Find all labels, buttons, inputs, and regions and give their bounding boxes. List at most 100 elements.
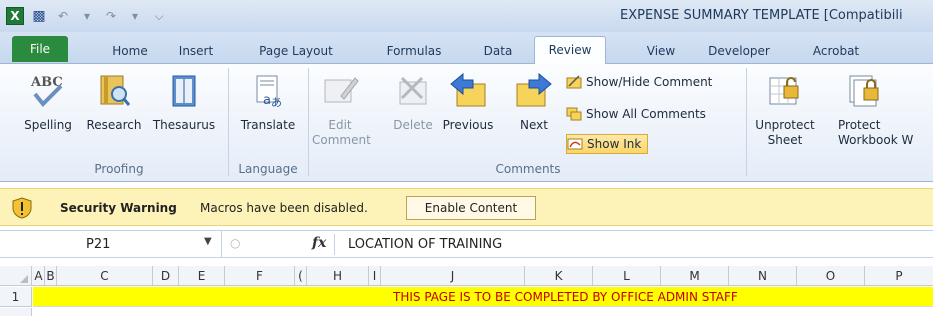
undo-icon[interactable]: ↶ [54,7,72,25]
column-header-f[interactable]: F [225,266,295,286]
previous-comment-label: Previous [442,118,494,132]
show-hide-comment-button[interactable]: Show/Hide Comment [566,72,712,92]
show-ink-label: Show Ink [587,137,642,151]
tab-page-layout[interactable]: Page Layout [250,39,342,63]
row-header-1[interactable]: 1 [0,287,32,307]
column-header-c[interactable]: C [57,266,153,286]
thesaurus-label: Thesaurus [152,118,216,132]
tab-review[interactable]: Review [534,36,606,65]
title-bar: X ▩ ↶ ▾ ↷ ▾ ⌵ EXPENSE SUMMARY TEMPLATE [… [0,0,933,32]
column-header-a[interactable]: A [33,266,45,286]
previous-comment-button[interactable]: Previous [440,72,496,133]
save-icon[interactable]: ▩ [30,7,48,25]
show-hide-comment-label: Show/Hide Comment [586,75,713,89]
tab-insert[interactable]: Insert [166,39,226,63]
edit-comment-label-2: Comment [312,133,371,147]
edit-comment-label-1: Edit [328,118,352,132]
thesaurus-button[interactable]: Thesaurus [148,72,220,133]
tab-data[interactable]: Data [473,39,523,63]
formula-bar: P21 ▼ ○ fx LOCATION OF TRAINING [0,230,933,258]
name-box-dropdown-icon[interactable]: ▼ [204,236,212,247]
next-comment-icon [516,72,552,107]
protect-workbook-icon [849,75,879,107]
tab-view[interactable]: View [638,39,684,63]
customize-qat-icon[interactable]: ⌵ [150,7,168,25]
column-header-n[interactable]: N [729,266,797,286]
security-warning-title: Security Warning [60,201,177,215]
group-separator [308,68,309,176]
edit-comment-icon [324,77,359,103]
column-header-e[interactable]: E [179,266,225,286]
column-headers: A B C D E F ( H I J K L M N O P [0,266,933,286]
shield-warning-icon [12,197,32,219]
security-warning-bar: Security Warning Macros have been disabl… [0,188,933,226]
select-all-button[interactable] [0,266,32,286]
column-header-h[interactable]: H [307,266,369,286]
edit-comment-button[interactable]: Edit Comment [312,72,371,148]
research-label: Research [86,118,142,132]
column-header-l[interactable]: L [593,266,661,286]
window-title: EXPENSE SUMMARY TEMPLATE [Compatibili [620,8,903,23]
row-1-merged-cell[interactable]: THIS PAGE IS TO BE COMPLETED BY OFFICE A… [33,287,933,307]
security-warning-message: Macros have been disabled. [200,201,368,215]
show-all-comments-icon [566,107,582,121]
spelling-icon: ABC [30,75,63,107]
delete-comment-button[interactable]: Delete [388,72,438,133]
previous-comment-icon [450,72,486,107]
tab-file[interactable]: File [12,36,68,62]
group-separator [228,68,229,176]
unprotect-sheet-button[interactable]: Unprotect Sheet [752,72,818,148]
redo-dropdown-icon[interactable]: ▾ [126,7,144,25]
spelling-button[interactable]: ABC Spelling [18,72,78,133]
column-header-b[interactable]: B [45,266,57,286]
tab-formulas[interactable]: Formulas [375,39,453,63]
formula-bar-expand-icon[interactable]: ○ [230,236,240,250]
undo-dropdown-icon[interactable]: ▾ [78,7,96,25]
tab-developer[interactable]: Developer [700,39,778,63]
formula-input[interactable]: LOCATION OF TRAINING [348,237,502,252]
research-button[interactable]: Research [80,72,148,133]
formula-separator [334,234,335,255]
svg-text:あ: あ [271,96,282,109]
show-hide-comment-icon [566,75,582,89]
row-header-2[interactable] [0,308,32,316]
table-row [0,308,933,316]
show-all-comments-button[interactable]: Show All Comments [566,104,706,124]
translate-icon: a あ [256,75,282,109]
name-box[interactable]: P21 ▼ [0,231,222,258]
redo-icon[interactable]: ↷ [102,7,120,25]
column-header-g[interactable]: ( [295,266,307,286]
table-row: 1 THIS PAGE IS TO BE COMPLETED BY OFFICE… [0,287,933,307]
translate-button[interactable]: a あ Translate [234,72,302,133]
unprotect-sheet-label-2: Sheet [767,133,803,147]
column-header-k[interactable]: K [525,266,593,286]
column-header-p[interactable]: P [865,266,933,286]
ribbon-tabs: File Home Insert Page Layout Formulas Da… [0,32,933,65]
next-comment-button[interactable]: Next [512,72,556,133]
enable-content-button[interactable]: Enable Content [406,196,536,220]
tab-acrobat[interactable]: Acrobat [805,39,867,63]
column-header-j[interactable]: J [381,266,525,286]
column-header-d[interactable]: D [153,266,179,286]
translate-label: Translate [240,118,296,132]
protect-workbook-button[interactable]: Protect Workbook W [830,72,933,148]
select-all-icon [20,275,28,283]
column-header-o[interactable]: O [797,266,865,286]
column-header-i[interactable]: I [369,266,381,286]
tab-home[interactable]: Home [100,39,160,63]
column-header-m[interactable]: M [661,266,729,286]
research-icon [100,75,131,106]
unprotect-sheet-label-1: Unprotect [755,118,815,132]
protect-workbook-label-1: Protect [838,118,881,132]
delete-comment-icon [399,76,427,105]
show-ink-icon [567,138,583,150]
show-ink-button[interactable]: Show Ink [566,134,649,154]
next-comment-label: Next [520,118,548,132]
show-all-comments-label: Show All Comments [586,107,706,121]
insert-function-icon[interactable]: fx [312,235,326,251]
spelling-label: Spelling [24,118,72,132]
quick-access-toolbar: X ▩ ↶ ▾ ↷ ▾ ⌵ [6,7,168,25]
group-separator [746,68,747,176]
protect-workbook-label-2: Workbook W [838,133,914,147]
excel-logo-icon[interactable]: X [6,7,24,25]
